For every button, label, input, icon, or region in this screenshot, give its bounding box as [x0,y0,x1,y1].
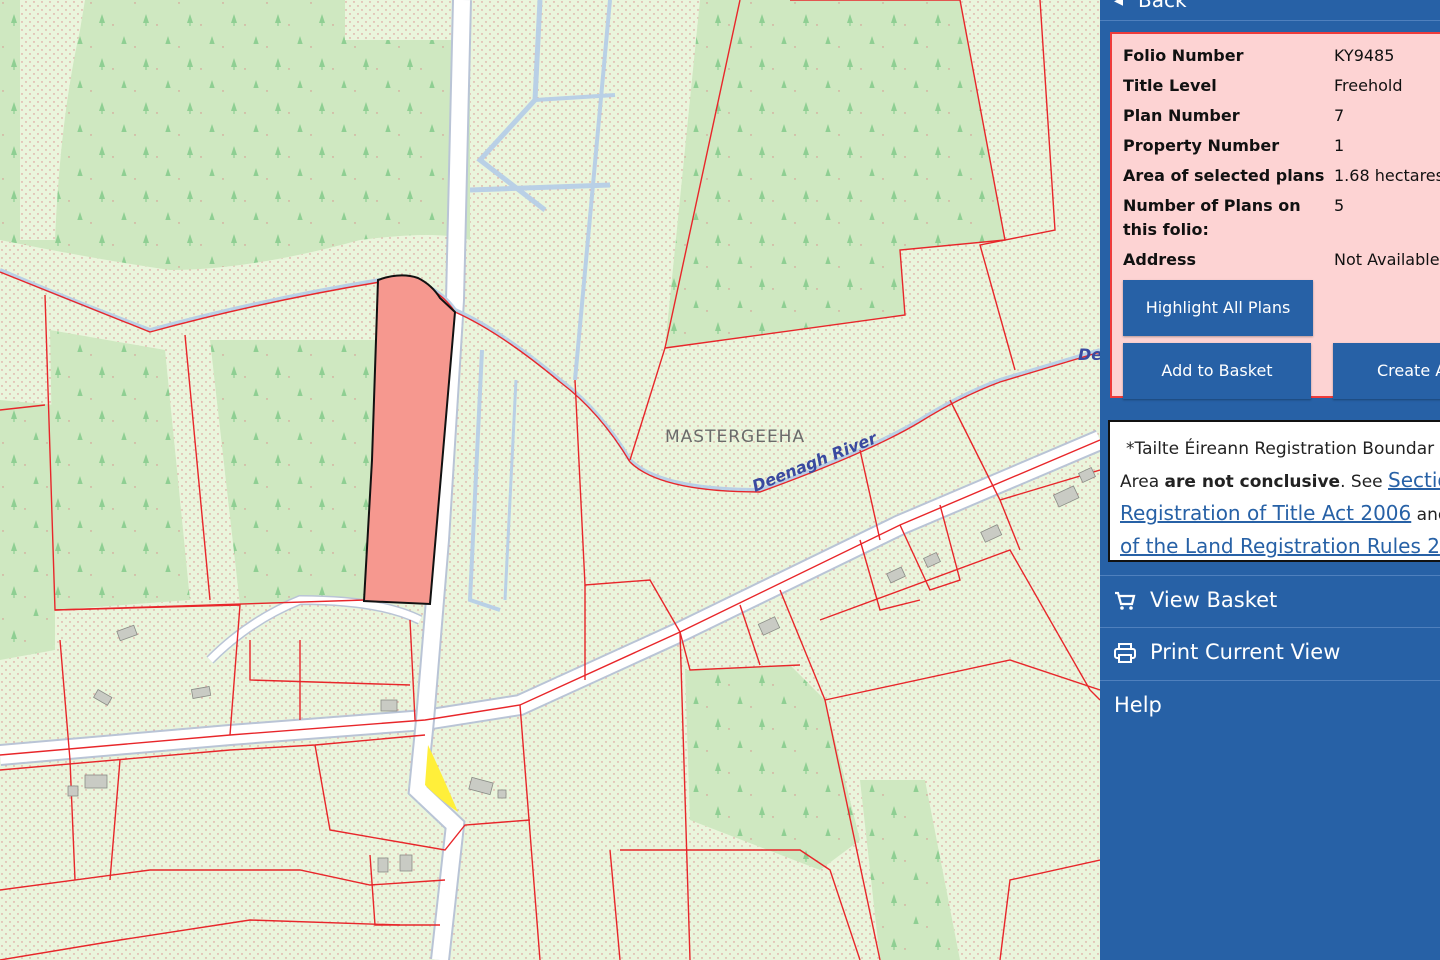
townland-label: MASTERGEEHA [665,427,805,447]
info-key: Address [1123,250,1197,269]
info-key: Number of Plans on this folio: [1123,196,1301,239]
land-registration-rules-link[interactable]: of the Land Registration Rules 2 [1120,534,1440,558]
back-label[interactable]: Back [1138,0,1187,12]
print-current-view-menu-item[interactable]: Print Current View [1100,627,1440,680]
notice-text: and [1416,505,1440,525]
info-key: Folio Number [1123,46,1244,65]
back-row[interactable]: ◂ Back [1100,0,1440,21]
print-icon [1114,643,1136,663]
section-link[interactable]: Sectio [1388,468,1440,492]
info-value: 7 [1334,106,1345,125]
notice-text: Area [1120,472,1165,492]
notice-line-3: Registration of Title Act 2006 and [1120,498,1440,531]
info-key: Plan Number [1123,106,1240,125]
cart-icon [1115,591,1136,610]
info-value: 1.68 hectares [1334,166,1440,185]
map-canvas[interactable]: MASTERGEEHA Deenagh River De [0,0,1100,960]
folio-info-box: Folio Number KY9485 Title Level Freehold… [1110,32,1440,399]
registration-notice: *Tailte Éireann Registration Boundar Are… [1108,420,1440,562]
print-current-view-label[interactable]: Print Current View [1150,640,1340,664]
info-value: Not Available [1334,250,1440,269]
map-view[interactable]: MASTERGEEHA Deenagh River De [0,0,1100,960]
view-basket-menu-item[interactable]: View Basket [1100,575,1440,628]
folio-panel: ◂ Back Folio Number KY9485 Title Level F… [1100,0,1440,960]
notice-bold-text: are not conclusive [1164,472,1341,492]
help-label[interactable]: Help [1114,693,1162,717]
highlight-all-plans-button[interactable]: Highlight All Plans [1123,280,1313,336]
registration-act-link[interactable]: Registration of Title Act 2006 [1120,501,1411,525]
info-key: Area of selected plans [1123,166,1325,185]
info-key: Property Number [1123,136,1280,155]
help-menu-item[interactable]: Help [1100,680,1440,733]
river-label-edge: De [1078,345,1100,364]
create-button[interactable]: Create A [1333,343,1440,399]
info-value: 5 [1334,196,1345,215]
notice-line-2: Area are not conclusive. See Sectio [1120,465,1440,498]
info-value: KY9485 [1334,46,1395,65]
notice-text: . See [1340,472,1389,492]
info-value: 1 [1334,136,1345,155]
info-value: Freehold [1334,76,1403,95]
notice-line-4: of the Land Registration Rules 2 [1120,531,1440,564]
view-basket-label[interactable]: View Basket [1150,588,1277,612]
notice-line-1: *Tailte Éireann Registration Boundar [1126,439,1435,459]
add-to-basket-button[interactable]: Add to Basket [1123,343,1311,399]
back-arrow-icon[interactable]: ◂ [1114,0,1123,11]
info-key: Title Level [1123,76,1217,95]
